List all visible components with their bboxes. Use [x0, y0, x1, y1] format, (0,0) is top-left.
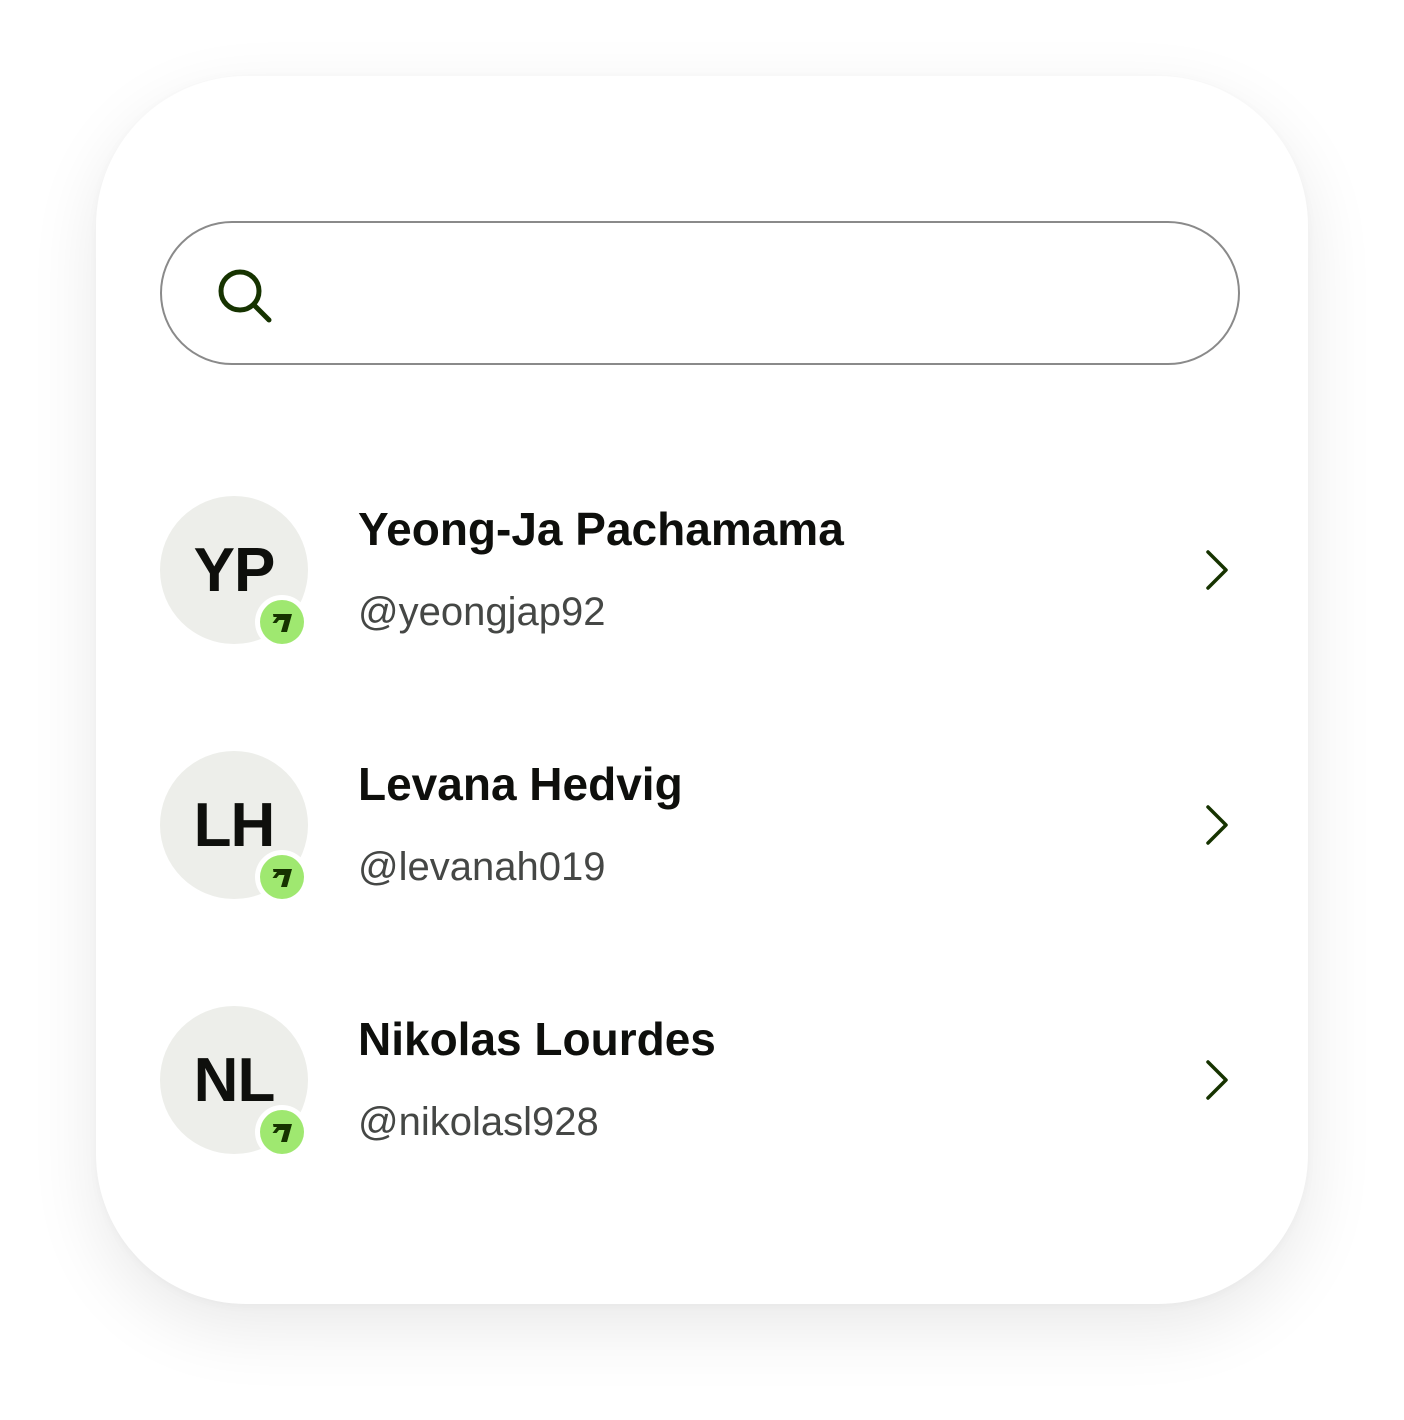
wise-badge: [255, 1105, 309, 1159]
wise-flag-icon: [272, 614, 292, 632]
recipient-picker-card: YP Yeong-Ja Pachamama @yeongjap92 LH Lev…: [96, 76, 1308, 1304]
contact-row[interactable]: LH Levana Hedvig @levanah019: [160, 751, 1250, 904]
contact-row[interactable]: NL Nikolas Lourdes @nikolasl928: [160, 1006, 1250, 1159]
chevron-right-icon[interactable]: [1202, 548, 1232, 592]
contact-row[interactable]: YP Yeong-Ja Pachamama @yeongjap92: [160, 496, 1250, 649]
wise-flag-icon: [272, 869, 292, 887]
contact-handle: @yeongjap92: [358, 590, 606, 634]
wise-flag-icon: [272, 1124, 292, 1142]
search-icon: [218, 269, 272, 323]
contact-name: Yeong-Ja Pachamama: [358, 503, 844, 555]
search-bar[interactable]: [160, 221, 1240, 365]
contact-name: Nikolas Lourdes: [358, 1013, 716, 1065]
wise-badge: [255, 850, 309, 904]
search-input[interactable]: [292, 223, 1178, 365]
wise-badge: [255, 595, 309, 649]
chevron-right-icon[interactable]: [1202, 803, 1232, 847]
contact-handle: @nikolasl928: [358, 1100, 599, 1144]
chevron-right-icon[interactable]: [1202, 1058, 1232, 1102]
contact-handle: @levanah019: [358, 845, 606, 889]
contact-name: Levana Hedvig: [358, 758, 683, 810]
